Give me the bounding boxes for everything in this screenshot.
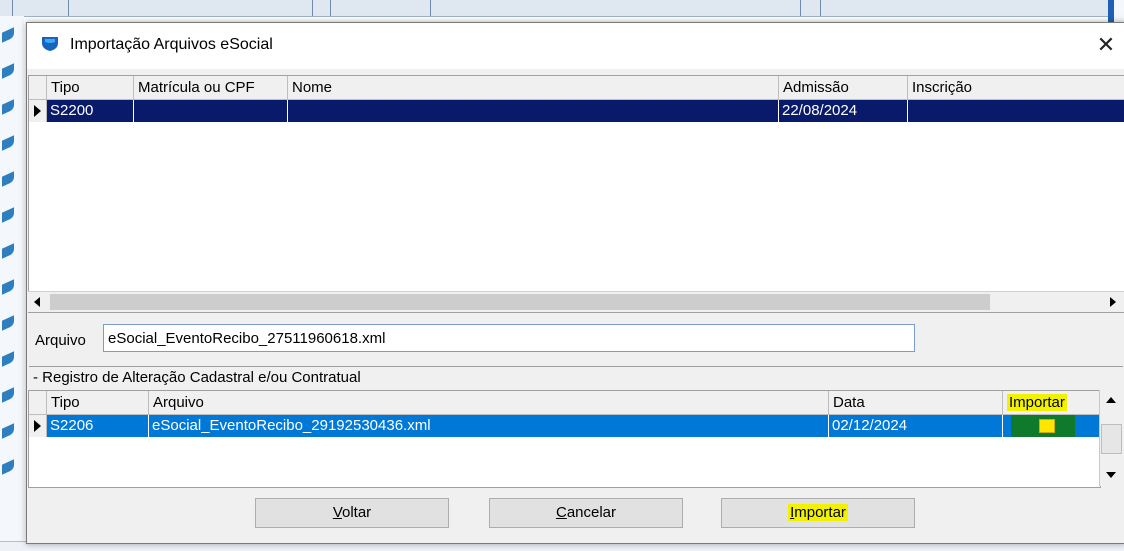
col-header-inscricao[interactable]: Inscrição (908, 76, 1124, 99)
changes-grid-header: Tipo Arquivo Data Importar (29, 391, 1100, 415)
table-row[interactable]: S2206 eSocial_EventoRecibo_29192530436.x… (29, 415, 1100, 437)
arrow-down-icon (1106, 472, 1116, 478)
cancelar-button[interactable]: Cancelar (489, 498, 683, 528)
employees-grid[interactable]: Tipo Matrícula ou CPF Nome Admissão Insc… (28, 75, 1124, 313)
bg-column-divider (330, 0, 331, 16)
dialog-title: Importação Arquivos eSocial (70, 36, 273, 53)
vertical-scrollbar[interactable] (1099, 390, 1124, 486)
bg-tab-notch (2, 315, 14, 331)
close-button[interactable]: ✕ (1093, 32, 1119, 58)
indicator-header (29, 76, 47, 99)
cell-tipo: S2206 (47, 415, 149, 437)
importar-checkbox-cell[interactable] (1011, 415, 1075, 437)
table-row[interactable]: S2200 22/08/2024 (29, 100, 1124, 122)
bg-tab-notch (2, 279, 14, 295)
button-bar: Voltar Cancelar Importar (27, 493, 1124, 543)
cancelar-accel: C (555, 504, 567, 521)
close-icon: ✕ (1096, 32, 1116, 57)
indicator-header (29, 391, 47, 414)
col-header-admissao[interactable]: Admissão (779, 76, 908, 99)
cell-admissao: 22/08/2024 (779, 100, 908, 122)
section-title: - Registro de Alteração Cadastral e/ou C… (29, 366, 1123, 388)
bg-tab-notch (2, 27, 14, 43)
bg-tab-notch (2, 63, 14, 79)
scroll-down-button[interactable] (1100, 464, 1123, 486)
bg-column-divider (800, 0, 801, 16)
bg-tab-notch (2, 171, 14, 187)
col-header-data[interactable]: Data (829, 391, 1003, 414)
bg-tab-notch (2, 351, 14, 367)
cell-arquivo: eSocial_EventoRecibo_29192530436.xml (149, 415, 829, 437)
arrow-up-icon (1106, 397, 1116, 403)
title-bar: Importação Arquivos eSocial ✕ (27, 23, 1124, 69)
cell-data: 02/12/2024 (829, 415, 1003, 437)
importar-label: mportar (794, 504, 846, 521)
arrow-right-icon (1110, 297, 1116, 307)
cell-matricula (134, 100, 288, 122)
bg-column-divider (312, 0, 313, 16)
app-shield-icon (42, 37, 58, 51)
bg-column-divider (12, 0, 13, 16)
bg-column-divider (68, 0, 69, 16)
col-header-arquivo[interactable]: Arquivo (149, 391, 829, 414)
bg-tab-notch (2, 387, 14, 403)
importar-button[interactable]: Importar (721, 498, 915, 528)
bg-tab-notch (2, 207, 14, 223)
col-header-importar[interactable]: Importar (1003, 391, 1100, 414)
voltar-label: oltar (342, 504, 372, 521)
bg-tab-notch (2, 135, 14, 151)
scroll-up-button[interactable] (1100, 390, 1123, 412)
import-dialog: Importação Arquivos eSocial ✕ Tipo Matrí… (26, 22, 1124, 544)
bg-column-divider (430, 0, 431, 16)
voltar-button[interactable]: Voltar (255, 498, 449, 528)
bg-tab-notch (2, 423, 14, 439)
voltar-accel: V (332, 504, 342, 521)
cell-inscricao (908, 100, 1124, 122)
bg-tab-notch (2, 99, 14, 115)
col-header-nome[interactable]: Nome (288, 76, 779, 99)
bg-tab-notch (2, 459, 14, 475)
employees-grid-header: Tipo Matrícula ou CPF Nome Admissão Insc… (29, 76, 1124, 100)
col-header-matricula[interactable]: Matrícula ou CPF (134, 76, 288, 99)
cancelar-label: ancelar (566, 504, 617, 521)
cell-nome (288, 100, 779, 122)
importar-checkbox[interactable] (1039, 419, 1055, 433)
cell-tipo: S2200 (47, 100, 134, 122)
horizontal-scrollbar[interactable] (28, 291, 1124, 312)
bg-column-divider (820, 0, 821, 16)
background-left-edge (0, 16, 24, 550)
col-header-tipo[interactable]: Tipo (47, 391, 149, 414)
arquivo-label: Arquivo (35, 332, 86, 349)
row-indicator-icon (29, 100, 47, 122)
bg-tab-notch (2, 243, 14, 259)
scroll-left-button[interactable] (28, 292, 46, 312)
changes-grid[interactable]: Tipo Arquivo Data Importar S2206 eSocial… (28, 390, 1101, 488)
background-window-strip (0, 0, 1124, 17)
arrow-left-icon (34, 297, 40, 307)
scroll-thumb[interactable] (1101, 424, 1122, 454)
row-indicator-icon (29, 415, 47, 437)
col-header-tipo[interactable]: Tipo (47, 76, 134, 99)
scroll-right-button[interactable] (1104, 292, 1122, 312)
scroll-thumb[interactable] (50, 294, 990, 310)
bg-accent-bar (1108, 0, 1114, 22)
arquivo-input[interactable] (103, 324, 915, 352)
